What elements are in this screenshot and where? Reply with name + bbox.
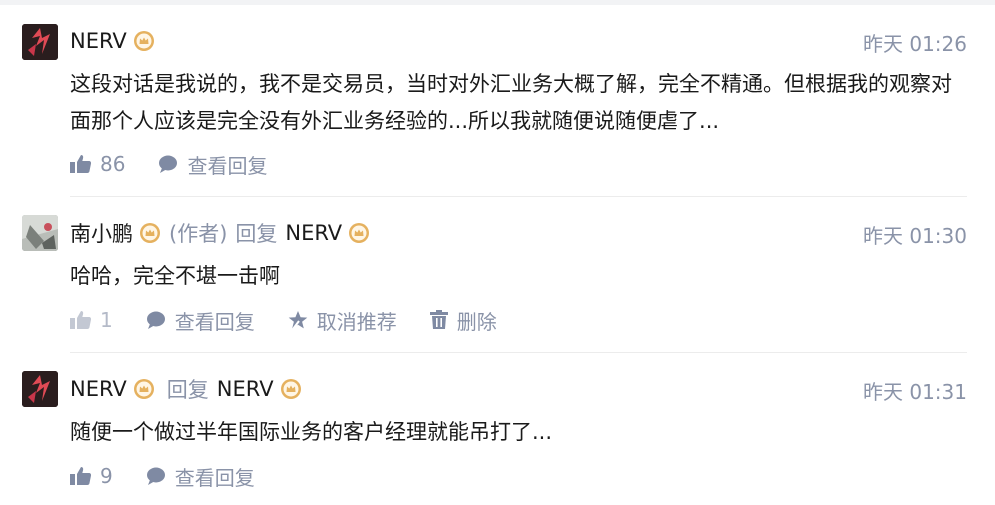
comment-header: NERV — [70, 26, 157, 56]
unrecommend-button[interactable]: 取消推荐 — [287, 306, 397, 335]
author-name[interactable]: NERV — [70, 29, 127, 53]
trash-icon — [429, 310, 448, 329]
author-name[interactable]: NERV — [70, 377, 127, 401]
avatar[interactable] — [22, 371, 58, 407]
comment-actions: 1 查看回复 取消推荐 删除 — [70, 306, 529, 334]
delete-button[interactable]: 删除 — [429, 306, 497, 335]
like-button[interactable]: 1 — [70, 308, 113, 332]
thumbs-up-icon — [70, 311, 92, 329]
author-tag: (作者) — [169, 222, 228, 246]
speech-bubble-icon — [159, 155, 178, 173]
view-replies-button[interactable]: 查看回复 — [145, 306, 255, 335]
view-replies-label: 查看回复 — [174, 465, 255, 490]
nerv-logo-icon — [22, 24, 58, 60]
crown-badge-icon — [133, 378, 155, 400]
star-icon — [288, 311, 308, 330]
reply-to-name[interactable]: NERV — [285, 221, 342, 245]
reply-to-name[interactable]: NERV — [217, 377, 274, 401]
avatar[interactable] — [22, 24, 58, 60]
crown-badge-icon — [280, 378, 302, 400]
view-replies-label: 查看回复 — [174, 309, 255, 334]
thumbs-up-icon — [70, 155, 92, 173]
speech-bubble-icon — [146, 467, 165, 485]
avatar-photo-icon — [22, 215, 58, 251]
comment-header: 南小鹏 (作者) 回复 NERV — [70, 218, 372, 248]
comment-item: NERV 昨天 01:26 这段对话是我说的，我不是交易员，当时对外汇业务大概了… — [22, 22, 967, 192]
like-button[interactable]: 86 — [70, 152, 125, 176]
comment-actions: 86 查看回复 — [70, 150, 299, 178]
author-name[interactable]: 南小鹏 — [70, 218, 133, 248]
comment-header: NERV 回复 NERV — [70, 374, 304, 404]
comment-time: 昨天 01:31 — [863, 380, 967, 404]
avatar[interactable] — [22, 215, 58, 251]
crown-badge-icon — [348, 222, 370, 244]
comment-time: 昨天 01:30 — [863, 224, 967, 248]
comment-text: 这段对话是我说的，我不是交易员，当时对外汇业务大概了解，完全不精通。但根据我的观… — [70, 72, 952, 133]
comment-text: 随便一个做过半年国际业务的客户经理就能吊打了... — [70, 420, 553, 444]
like-count: 9 — [100, 464, 113, 488]
like-count: 86 — [100, 152, 126, 176]
reply-word: 回复 — [235, 222, 278, 246]
comment-text: 哈哈，完全不堪一击啊 — [70, 264, 280, 288]
thumbs-up-icon — [70, 467, 92, 485]
crown-badge-icon — [133, 30, 155, 52]
speech-bubble-icon — [146, 311, 165, 329]
reply-word: 回复 — [166, 378, 209, 402]
like-button[interactable]: 9 — [70, 464, 113, 488]
top-bar — [0, 0, 995, 5]
comment-item: NERV 回复 NERV 昨天 01:31 随便一个做过半年国际业务的客户经理就… — [22, 370, 967, 500]
nerv-logo-icon — [22, 371, 58, 407]
like-count: 1 — [100, 308, 113, 332]
view-replies-button[interactable]: 查看回复 — [157, 150, 267, 179]
crown-badge-icon — [139, 222, 161, 244]
unrecommend-label: 取消推荐 — [316, 309, 397, 334]
divider — [70, 352, 967, 353]
delete-label: 删除 — [456, 309, 497, 334]
comment-item: 南小鹏 (作者) 回复 NERV 昨天 01:30 哈哈，完全不堪一击啊 1 查… — [22, 214, 967, 344]
comment-time: 昨天 01:26 — [863, 32, 967, 56]
comment-actions: 9 查看回复 — [70, 462, 287, 490]
view-replies-label: 查看回复 — [187, 153, 268, 178]
divider — [70, 196, 967, 197]
view-replies-button[interactable]: 查看回复 — [145, 462, 255, 491]
